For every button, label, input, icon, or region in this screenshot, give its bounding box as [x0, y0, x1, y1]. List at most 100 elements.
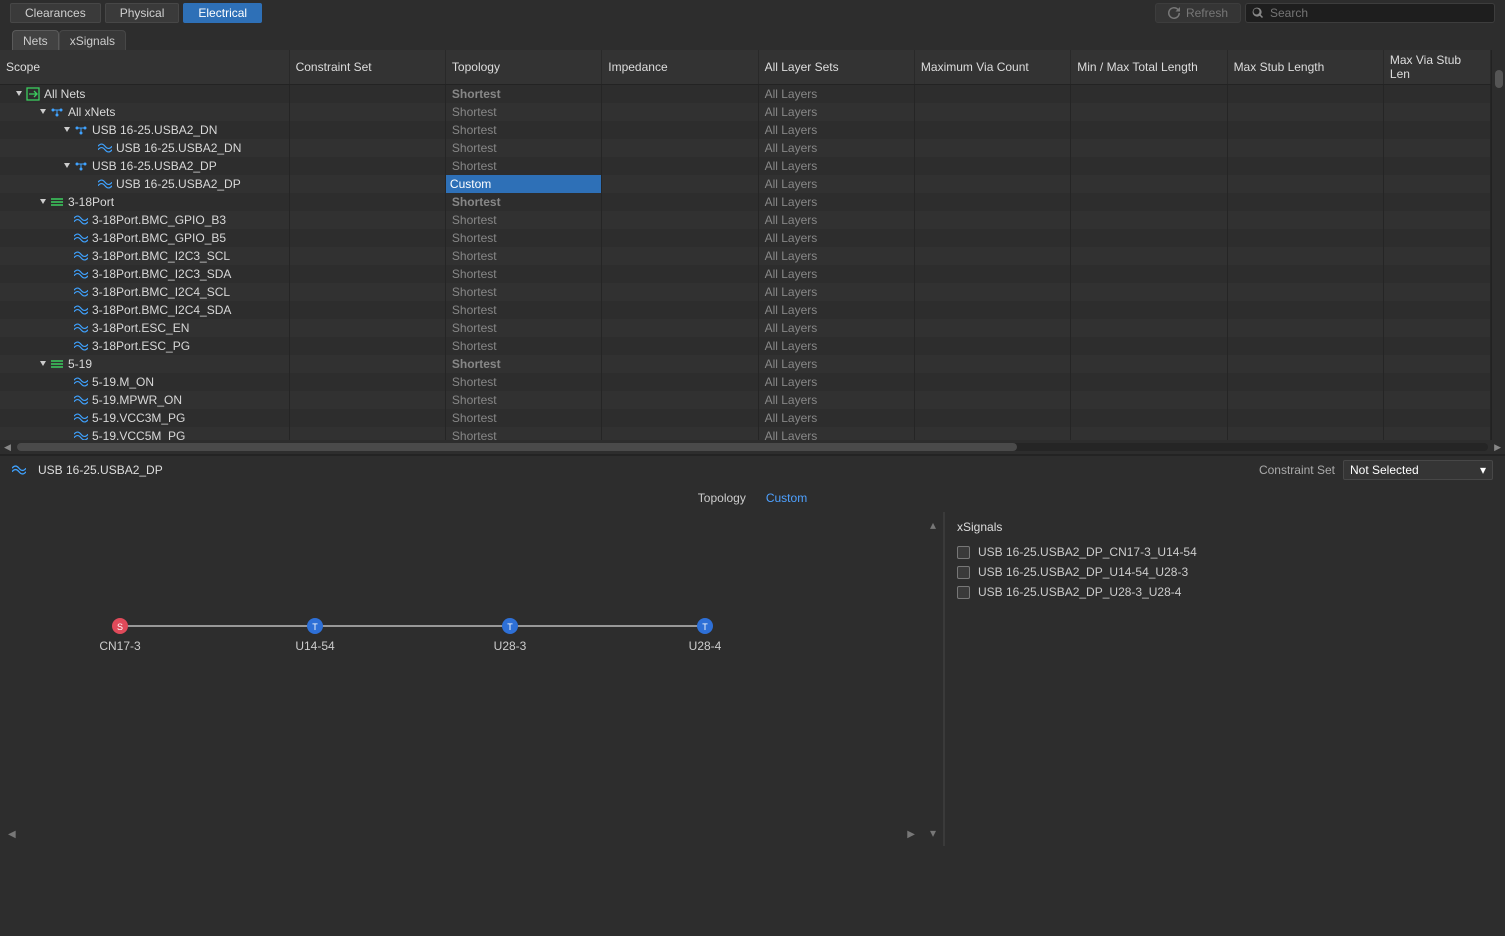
xsignal-item[interactable]: USB 16-25.USBA2_DP_U14-54_U28-3 [957, 562, 1493, 582]
all-layers-cell[interactable]: All Layers [758, 427, 914, 440]
all-layers-cell[interactable]: All Layers [758, 229, 914, 247]
table-row[interactable]: USB 16-25.USBA2_DNShortestAll Layers [0, 139, 1491, 157]
topology-cell[interactable]: Shortest [445, 193, 601, 211]
all-layers-cell[interactable]: All Layers [758, 175, 914, 193]
all-layers-cell[interactable]: All Layers [758, 337, 914, 355]
topology-cell[interactable]: Shortest [445, 157, 601, 175]
xsignal-item[interactable]: USB 16-25.USBA2_DP_U28-3_U28-4 [957, 582, 1493, 602]
all-layers-cell[interactable]: All Layers [758, 103, 914, 121]
expand-triangle-icon[interactable] [38, 107, 48, 117]
topology-canvas[interactable]: SCN17-3TU14-54TU28-3TU28-4 ◀ ▶ [0, 512, 923, 846]
topology-cell[interactable]: Shortest [445, 103, 601, 121]
checkbox[interactable] [957, 586, 970, 599]
table-row[interactable]: 5-19ShortestAll Layers [0, 355, 1491, 373]
topology-cell[interactable]: Shortest [445, 139, 601, 157]
constraints-table[interactable]: Scope Constraint Set Topology Impedance … [0, 50, 1491, 440]
scroll-right-icon[interactable]: ▶ [1494, 442, 1501, 453]
col-scope[interactable]: Scope [0, 50, 289, 85]
col-impedance[interactable]: Impedance [602, 50, 758, 85]
all-layers-cell[interactable]: All Layers [758, 283, 914, 301]
table-row[interactable]: 3-18Port.ESC_ENShortestAll Layers [0, 319, 1491, 337]
all-layers-cell[interactable]: All Layers [758, 409, 914, 427]
refresh-button[interactable]: Refresh [1155, 3, 1241, 23]
topology-cell[interactable]: Shortest [445, 391, 601, 409]
subtab-nets[interactable]: Nets [12, 30, 59, 51]
search-input[interactable] [1270, 6, 1488, 20]
topology-cell[interactable]: Shortest [445, 355, 601, 373]
table-row[interactable]: 3-18Port.BMC_I2C3_SCLShortestAll Layers [0, 247, 1491, 265]
all-layers-cell[interactable]: All Layers [758, 355, 914, 373]
topology-cell[interactable]: Shortest [445, 229, 601, 247]
topology-cell[interactable]: Shortest [445, 319, 601, 337]
expand-triangle-icon[interactable] [38, 197, 48, 207]
all-layers-cell[interactable]: All Layers [758, 301, 914, 319]
topology-cell[interactable]: Shortest [445, 211, 601, 229]
col-constraint-set[interactable]: Constraint Set [289, 50, 445, 85]
all-layers-cell[interactable]: All Layers [758, 391, 914, 409]
all-layers-cell[interactable]: All Layers [758, 157, 914, 175]
all-layers-cell[interactable]: All Layers [758, 247, 914, 265]
topology-cell[interactable]: Custom [445, 175, 601, 193]
col-max-via-stub-len[interactable]: Max Via Stub Len [1383, 50, 1490, 85]
topology-cell[interactable]: Shortest [445, 121, 601, 139]
all-layers-cell[interactable]: All Layers [758, 211, 914, 229]
table-row[interactable]: USB 16-25.USBA2_DPCustomAll Layers [0, 175, 1491, 193]
table-row[interactable]: 3-18Port.BMC_GPIO_B3ShortestAll Layers [0, 211, 1491, 229]
table-row[interactable]: All xNetsShortestAll Layers [0, 103, 1491, 121]
tab-physical[interactable]: Physical [105, 3, 180, 23]
table-row[interactable]: 3-18Port.BMC_I2C3_SDAShortestAll Layers [0, 265, 1491, 283]
table-row[interactable]: 5-19.VCC3M_PGShortestAll Layers [0, 409, 1491, 427]
all-layers-cell[interactable]: All Layers [758, 193, 914, 211]
zoom-in-icon[interactable]: ▴ [930, 518, 936, 532]
scroll-left-icon[interactable]: ◀ [4, 442, 11, 453]
all-layers-cell[interactable]: All Layers [758, 319, 914, 337]
expand-triangle-icon[interactable] [62, 161, 72, 171]
topology-cell[interactable]: Shortest [445, 337, 601, 355]
table-row[interactable]: 5-19.VCC5M_PGShortestAll Layers [0, 427, 1491, 440]
all-layers-cell[interactable]: All Layers [758, 265, 914, 283]
topology-cell[interactable]: Shortest [445, 247, 601, 265]
topology-cell[interactable]: Shortest [445, 409, 601, 427]
topology-cell[interactable]: Shortest [445, 373, 601, 391]
table-row[interactable]: 5-19.MPWR_ONShortestAll Layers [0, 391, 1491, 409]
expand-triangle-icon[interactable] [38, 359, 48, 369]
topology-cell[interactable]: Shortest [445, 85, 601, 104]
col-max-stub-length[interactable]: Max Stub Length [1227, 50, 1383, 85]
table-row[interactable]: USB 16-25.USBA2_DNShortestAll Layers [0, 121, 1491, 139]
table-row[interactable]: USB 16-25.USBA2_DPShortestAll Layers [0, 157, 1491, 175]
all-layers-cell[interactable]: All Layers [758, 139, 914, 157]
col-all-layer-sets[interactable]: All Layer Sets [758, 50, 914, 85]
all-layers-cell[interactable]: All Layers [758, 373, 914, 391]
topology-cell[interactable]: Shortest [445, 283, 601, 301]
tab-clearances[interactable]: Clearances [10, 3, 101, 23]
topology-cell[interactable]: Shortest [445, 427, 601, 440]
checkbox[interactable] [957, 546, 970, 559]
topology-cell[interactable]: Shortest [445, 301, 601, 319]
topology-cell[interactable]: Shortest [445, 265, 601, 283]
xsignal-item[interactable]: USB 16-25.USBA2_DP_CN17-3_U14-54 [957, 542, 1493, 562]
table-row[interactable]: 3-18Port.ESC_PGShortestAll Layers [0, 337, 1491, 355]
col-minmax-total-length[interactable]: Min / Max Total Length [1071, 50, 1227, 85]
tab-electrical[interactable]: Electrical [183, 3, 262, 23]
col-max-via-count[interactable]: Maximum Via Count [914, 50, 1070, 85]
zoom-out-icon[interactable]: ▾ [930, 826, 936, 840]
vertical-scrollbar[interactable] [1491, 50, 1505, 440]
constraint-set-select[interactable]: Not Selected ▾ [1343, 460, 1493, 480]
table-row[interactable]: 3-18PortShortestAll Layers [0, 193, 1491, 211]
table-row[interactable]: 3-18Port.BMC_I2C4_SDAShortestAll Layers [0, 301, 1491, 319]
table-row[interactable]: 5-19.M_ONShortestAll Layers [0, 373, 1491, 391]
search-box[interactable] [1245, 3, 1495, 23]
horizontal-scrollbar[interactable]: ◀ ▶ [0, 440, 1505, 454]
table-row[interactable]: 3-18Port.BMC_I2C4_SCLShortestAll Layers [0, 283, 1491, 301]
col-topology[interactable]: Topology [445, 50, 601, 85]
canvas-scroll-left-icon[interactable]: ◀ [8, 829, 16, 840]
canvas-scroll-right-icon[interactable]: ▶ [907, 829, 915, 840]
topology-tab-custom[interactable]: Custom [766, 491, 807, 505]
table-row[interactable]: 3-18Port.BMC_GPIO_B5ShortestAll Layers [0, 229, 1491, 247]
expand-triangle-icon[interactable] [14, 89, 24, 99]
topology-tab-topology[interactable]: Topology [698, 491, 746, 505]
table-row[interactable]: All NetsShortestAll Layers [0, 85, 1491, 104]
all-layers-cell[interactable]: All Layers [758, 85, 914, 104]
subtab-xsignals[interactable]: xSignals [59, 30, 126, 51]
all-layers-cell[interactable]: All Layers [758, 121, 914, 139]
